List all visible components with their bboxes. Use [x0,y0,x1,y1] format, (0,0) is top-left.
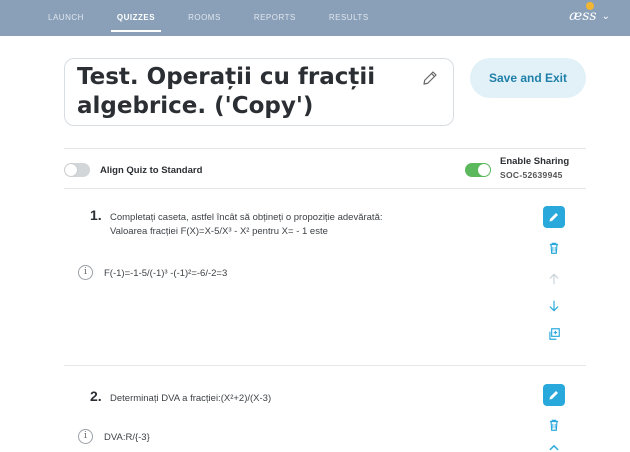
notification-dot [586,2,594,10]
nav-tab-reports[interactable]: REPORTS [254,0,296,36]
divider [64,188,586,189]
question-number: 2. [90,388,102,404]
enable-sharing-label: Enable Sharing [500,156,570,167]
trash-icon[interactable] [547,241,561,255]
nav-tab-launch[interactable]: LAUNCH [48,0,84,36]
info-icon[interactable]: i [78,429,93,444]
top-nav-bar: LAUNCH QUIZZES ROOMS REPORTS RESULTS æss… [0,0,630,36]
edit-question-button[interactable] [543,384,565,406]
edit-icon [549,391,558,400]
arrow-down-icon[interactable] [547,299,561,313]
chevron-down-icon: ⌄ [601,10,610,22]
pencil-icon[interactable] [421,69,439,87]
divider [64,365,586,366]
question-text-line: Valoarea fracției F(X)=X-5/X³ - X² pentr… [110,226,328,237]
question-number: 1. [90,207,102,223]
info-icon[interactable]: i [78,265,93,280]
edit-icon [549,213,558,222]
divider [64,148,586,149]
arrow-up-icon[interactable] [547,272,561,286]
duplicate-icon[interactable] [547,327,561,341]
nav-tab-results[interactable]: RESULTS [329,0,369,36]
question-text-line: Determinați DVA a fracției:(X²+2)/(X-3) [110,393,272,404]
save-and-exit-button[interactable]: Save and Exit [470,58,586,98]
trash-icon[interactable] [547,418,561,432]
answer-explanation: F(-1)=-1-5/(-1)³ -(-1)²=-6/-2=3 [104,268,228,279]
nav-tab-rooms[interactable]: ROOMS [188,0,221,36]
enable-sharing-toggle[interactable] [465,163,491,177]
edit-question-button[interactable] [543,206,565,228]
user-name: æss [569,8,597,24]
answer-explanation: DVA:R/{-3} [104,432,150,443]
nav-tab-quizzes[interactable]: QUIZZES [110,0,162,36]
main-nav: LAUNCH QUIZZES ROOMS REPORTS RESULTS [48,0,402,36]
quiz-title: Test. Operații cu fracții algebrice. ('C… [77,64,376,119]
user-menu[interactable]: æss ⌄ [569,2,610,24]
align-standard-label: Align Quiz to Standard [100,165,203,176]
question-text-line: Completați caseta, astfel încât să obțin… [110,212,383,223]
quiz-title-field[interactable]: Test. Operații cu fracții algebrice. ('C… [64,58,454,126]
align-standard-toggle[interactable] [64,163,90,177]
arrow-up-icon[interactable] [547,442,561,452]
sharing-code: SOC-52639945 [500,170,563,180]
